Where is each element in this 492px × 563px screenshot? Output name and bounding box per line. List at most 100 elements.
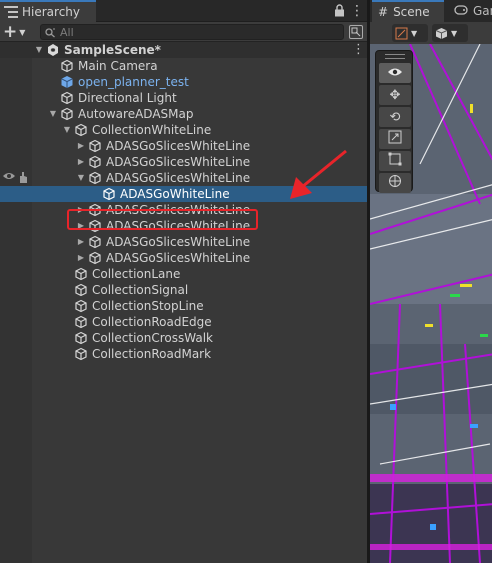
rect-tool-button[interactable]	[379, 151, 411, 171]
expand-toggle-icon[interactable]: ▼	[76, 170, 86, 186]
expand-toggle-icon[interactable]: ▶	[76, 138, 86, 154]
tab-scene[interactable]: # Scene	[372, 0, 444, 22]
hierarchy-icon	[4, 6, 18, 18]
gamepad-icon	[454, 4, 468, 18]
scale-tool-button[interactable]	[379, 129, 411, 149]
hierarchy-tab-bar: Hierarchy ⋮	[0, 0, 367, 22]
gameobject-cube-icon	[60, 59, 74, 73]
plus-icon: +	[3, 22, 18, 42]
tab-game-label: Game	[473, 4, 492, 18]
hierarchy-row[interactable]: CollectionRoadEdge	[0, 314, 367, 330]
hierarchy-row[interactable]: ▶ ADASGoSlicesWhiteLine	[0, 250, 367, 266]
search-icon	[45, 27, 55, 38]
hierarchy-row-label: ADASGoSlicesWhiteLine	[106, 235, 251, 249]
view-tool-button[interactable]	[379, 63, 411, 83]
gameobject-cube-icon	[102, 187, 116, 201]
expand-toggle-icon[interactable]: ▼	[34, 42, 44, 58]
transform-icon	[388, 174, 402, 192]
hierarchy-row[interactable]: CollectionSignal	[0, 282, 367, 298]
gameobject-cube-icon	[74, 331, 88, 345]
tab-game[interactable]: Game	[448, 0, 492, 22]
scene-tools-overlay: ✥ ⟲	[375, 50, 413, 193]
hierarchy-row-label: CollectionWhiteLine	[92, 123, 212, 137]
visibility-eye-icon[interactable]	[2, 171, 16, 185]
scene-panel: # Scene Game ▼ ▼	[367, 0, 492, 563]
tab-hierarchy[interactable]: Hierarchy	[0, 0, 96, 22]
rect-icon	[388, 152, 402, 170]
eye-icon	[387, 66, 403, 81]
gameobject-cube-icon	[60, 107, 74, 121]
hierarchy-row[interactable]: CollectionCrossWalk	[0, 330, 367, 346]
scale-icon	[388, 130, 402, 148]
expand-toggle-icon[interactable]: ▼	[48, 106, 58, 122]
search-field[interactable]	[40, 24, 344, 40]
gameobject-cube-icon	[60, 91, 74, 105]
lock-icon[interactable]	[334, 4, 346, 18]
hierarchy-row-label: ADASGoSlicesWhiteLine	[106, 155, 251, 169]
rotate-tool-button[interactable]: ⟲	[379, 107, 411, 127]
gameobject-cube-icon	[88, 139, 102, 153]
annotation-highlight-box	[67, 209, 258, 230]
scene-toolbar: ▼ ▼	[370, 22, 492, 44]
gameobject-cube-icon	[74, 347, 88, 361]
gameobject-cube-icon	[88, 155, 102, 169]
hierarchy-row[interactable]: CollectionLane	[0, 266, 367, 282]
expand-toggle-icon[interactable]: ▶	[76, 250, 86, 266]
expand-toggle-icon[interactable]: ▼	[62, 122, 72, 138]
hierarchy-row-label: Directional Light	[78, 91, 177, 105]
snap-icon	[395, 27, 408, 39]
annotation-arrow	[290, 149, 347, 199]
hierarchy-row-label: CollectionCrossWalk	[92, 331, 213, 345]
expand-toggle-icon[interactable]: ▶	[76, 234, 86, 250]
gameobject-cube-icon	[88, 251, 102, 265]
hierarchy-row-label: open_planner_test	[78, 75, 189, 89]
hierarchy-row-label: ADASGoSlicesWhiteLine	[106, 139, 251, 153]
move-icon: ✥	[389, 87, 401, 103]
hierarchy-panel: Hierarchy ⋮ + ▼ ▼ ⋮ SampleScene* Main Camer…	[0, 0, 367, 563]
hierarchy-row[interactable]: CollectionRoadMark	[0, 346, 367, 362]
hierarchy-row[interactable]: ▶ ADASGoSlicesWhiteLine	[0, 234, 367, 250]
tab-hierarchy-label: Hierarchy	[22, 5, 81, 19]
hierarchy-row[interactable]: Main Camera	[0, 58, 367, 74]
hierarchy-row-label: ADASGoSlicesWhiteLine	[106, 251, 251, 265]
scene-row[interactable]: ▼ ⋮ SampleScene*	[0, 42, 367, 58]
hierarchy-row-label: CollectionRoadEdge	[92, 315, 212, 329]
scene-tab-bar: # Scene Game	[370, 0, 492, 22]
rotate-icon: ⟲	[389, 109, 401, 125]
gameobject-cube-icon	[88, 235, 102, 249]
hierarchy-row[interactable]: open_planner_test	[0, 74, 367, 90]
drag-handle[interactable]	[385, 54, 405, 59]
hierarchy-row-label: AutowareADASMap	[78, 107, 194, 121]
gameobject-cube-icon	[74, 315, 88, 329]
hierarchy-row-label: ADASGoWhiteLine	[120, 187, 230, 201]
hierarchy-row[interactable]: ▼ CollectionWhiteLine	[0, 122, 367, 138]
tab-menu-icon[interactable]: ⋮	[350, 3, 364, 19]
hierarchy-toolbar: + ▼	[0, 22, 367, 42]
chevron-down-icon: ▼	[19, 27, 26, 37]
gameobject-cube-icon	[88, 171, 102, 185]
object-dropdown[interactable]: ▼	[432, 24, 468, 42]
transform-tool-button[interactable]	[379, 173, 411, 193]
gameobject-cube-icon	[74, 283, 88, 297]
hierarchy-row-label: CollectionSignal	[92, 283, 189, 297]
scene-visibility-icon[interactable]	[349, 25, 363, 39]
scene-viewport[interactable]: ✥ ⟲	[370, 44, 492, 563]
search-input[interactable]	[60, 25, 310, 39]
unity-scene-icon	[46, 43, 60, 57]
hierarchy-row[interactable]: Directional Light	[0, 90, 367, 106]
gizmo-dropdown[interactable]: ▼	[392, 24, 428, 42]
scene-menu-icon[interactable]: ⋮	[352, 42, 365, 58]
chevron-down-icon: ▼	[411, 28, 418, 38]
chevron-down-icon: ▼	[451, 28, 458, 38]
gameobject-cube-icon	[74, 267, 88, 281]
hierarchy-row-label: SampleScene*	[64, 43, 161, 57]
prefab-cube-icon	[60, 75, 74, 89]
hierarchy-row[interactable]: ▼ AutowareADASMap	[0, 106, 367, 122]
expand-toggle-icon[interactable]: ▶	[76, 154, 86, 170]
move-tool-button[interactable]: ✥	[379, 85, 411, 105]
hierarchy-tree: ▼ ⋮ SampleScene* Main Camera open_planner_te…	[0, 42, 367, 563]
hierarchy-row-label: CollectionRoadMark	[92, 347, 212, 361]
pickable-hand-icon[interactable]	[17, 171, 29, 185]
hierarchy-row[interactable]: CollectionStopLine	[0, 298, 367, 314]
create-dropdown-button[interactable]: + ▼	[3, 23, 33, 41]
